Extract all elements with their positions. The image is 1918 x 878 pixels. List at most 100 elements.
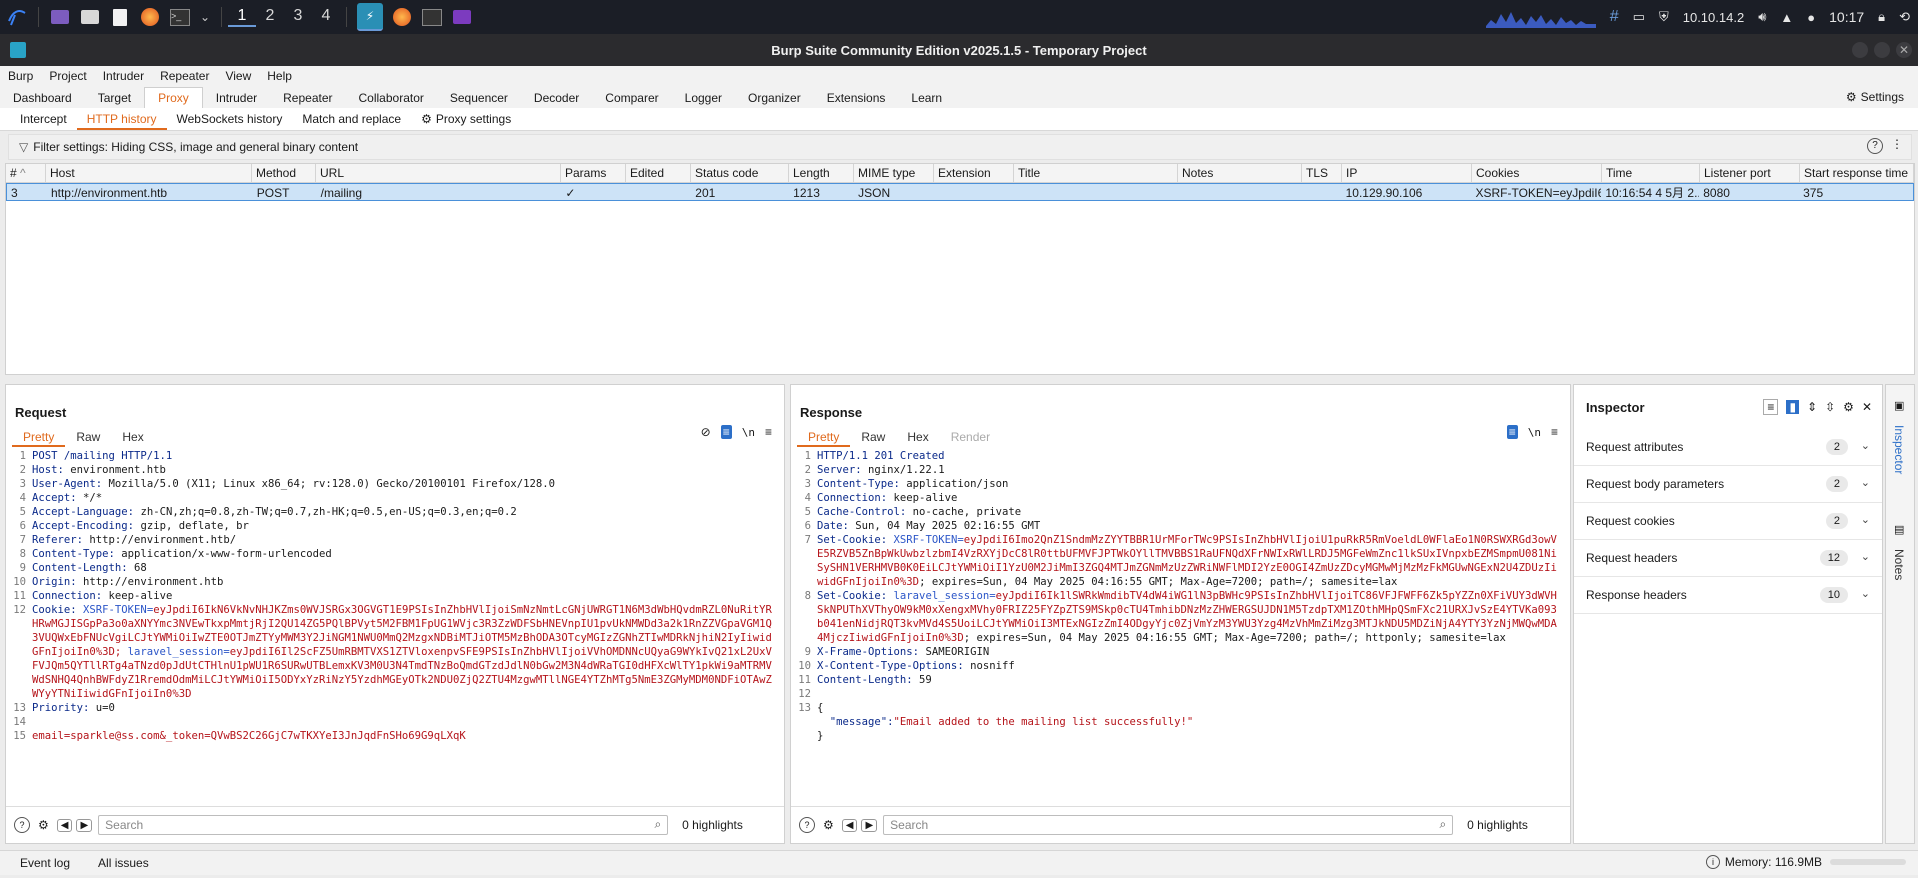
menu-project[interactable]: Project	[41, 69, 94, 83]
menu-burp[interactable]: Burp	[0, 69, 41, 83]
col-method[interactable]: Method	[252, 164, 316, 182]
hide-icon[interactable]: ⊘	[701, 425, 711, 439]
tab-http-history[interactable]: HTTP history	[76, 108, 167, 130]
response-tab-raw[interactable]: Raw	[850, 427, 896, 447]
col-cookies[interactable]: Cookies	[1472, 164, 1602, 182]
collapse-icon[interactable]: ⇳	[1825, 400, 1835, 414]
wrap-lines-icon[interactable]: ≡	[1506, 425, 1518, 439]
minimize-button[interactable]	[1852, 42, 1868, 58]
help-icon[interactable]: ?	[799, 817, 815, 833]
previous-icon[interactable]: ◀	[56, 818, 73, 832]
maximize-button[interactable]	[1874, 42, 1890, 58]
volume-icon[interactable]: 🔊︎	[1758, 9, 1766, 25]
next-icon[interactable]: ▶	[861, 818, 878, 832]
col-edited[interactable]: Edited	[626, 164, 691, 182]
request-tab-pretty[interactable]: Pretty	[12, 427, 66, 447]
desktop-icon[interactable]	[49, 6, 71, 28]
display-icon[interactable]: ▭	[1633, 9, 1645, 25]
inspector-request-headers[interactable]: Request headers 12 ⌄	[1574, 540, 1882, 577]
logout-icon[interactable]: ⟲	[1899, 9, 1910, 25]
tab-collaborator[interactable]: Collaborator	[346, 88, 437, 108]
chevron-down-icon[interactable]: ⌄	[199, 6, 211, 28]
response-tab-hex[interactable]: Hex	[896, 427, 939, 447]
help-icon[interactable]: ?	[14, 817, 30, 833]
burp-task-icon[interactable]: ⚡	[357, 3, 383, 31]
tab-proxy[interactable]: Proxy	[144, 87, 203, 108]
col-ip[interactable]: IP	[1342, 164, 1472, 182]
newline-toggle-icon[interactable]: \n	[742, 426, 755, 439]
tab-intruder[interactable]: Intruder	[203, 88, 270, 108]
gear-icon[interactable]: ⚙	[1843, 400, 1854, 414]
col-mime-type[interactable]: MIME type	[854, 164, 934, 182]
more-options-icon[interactable]: ⋮	[1891, 137, 1903, 151]
tab-organizer[interactable]: Organizer	[735, 88, 814, 108]
folder-task-icon[interactable]	[451, 6, 473, 28]
inspector-request-attributes[interactable]: Request attributes 2 ⌄	[1574, 429, 1882, 466]
tab-decoder[interactable]: Decoder	[521, 88, 592, 108]
tab-websockets-history[interactable]: WebSockets history	[167, 108, 293, 130]
workspace-4[interactable]: 4	[312, 7, 340, 27]
tab-logger[interactable]: Logger	[672, 88, 735, 108]
inspector-response-headers[interactable]: Response headers 10 ⌄	[1574, 577, 1882, 614]
tab-comparer[interactable]: Comparer	[592, 88, 671, 108]
wrap-lines-icon[interactable]: ≡	[720, 425, 732, 439]
notification-icon[interactable]: ▲	[1780, 10, 1793, 25]
tab-learn[interactable]: Learn	[898, 88, 955, 108]
grid-icon[interactable]: #	[1610, 8, 1619, 26]
tab-intercept[interactable]: Intercept	[10, 108, 77, 130]
newline-toggle-icon[interactable]: \n	[1528, 426, 1541, 439]
text-editor-icon[interactable]	[109, 6, 131, 28]
proxy-settings-button[interactable]: ⚙ Proxy settings	[411, 108, 521, 130]
col-listener-port[interactable]: Listener port	[1700, 164, 1800, 182]
workspace-3[interactable]: 3	[284, 7, 312, 27]
response-tab-render[interactable]: Render	[940, 427, 1001, 447]
menu-icon[interactable]: ≡	[765, 425, 772, 439]
firefox-task-icon[interactable]	[391, 6, 413, 28]
table-row[interactable]: 3 http://environment.htb POST /mailing ✓…	[6, 183, 1914, 201]
col-params[interactable]: Params	[561, 164, 626, 182]
menu-view[interactable]: View	[217, 69, 259, 83]
inspector-request-cookies[interactable]: Request cookies 2 ⌄	[1574, 503, 1882, 540]
next-icon[interactable]: ▶	[76, 818, 93, 832]
gear-icon[interactable]: ⚙	[823, 818, 834, 832]
col-tls[interactable]: TLS	[1302, 164, 1342, 182]
request-tab-hex[interactable]: Hex	[111, 427, 154, 447]
response-editor[interactable]: 1 HTTP/1.1 201 Created 2 Server: nginx/1.22…	[791, 449, 1562, 807]
lock-icon[interactable]: 🔒︎	[1878, 9, 1885, 25]
terminal-task-icon[interactable]	[421, 6, 443, 28]
response-search-input[interactable]: Search ⌕	[883, 815, 1454, 835]
close-window-button[interactable]: ✕	[1896, 42, 1912, 58]
tab-target[interactable]: Target	[85, 88, 144, 108]
request-search-input[interactable]: Search ⌕	[98, 815, 669, 835]
settings-button[interactable]: ⚙ Settings	[1846, 86, 1904, 108]
request-editor[interactable]: 1 POST /mailing HTTP/1.1 2 Host: environmen…	[6, 449, 776, 807]
tab-extensions[interactable]: Extensions	[814, 88, 899, 108]
tab-repeater[interactable]: Repeater	[270, 88, 345, 108]
tab-dashboard[interactable]: Dashboard	[0, 88, 85, 108]
col-time[interactable]: Time	[1602, 164, 1700, 182]
col-extension[interactable]: Extension	[934, 164, 1014, 182]
col-length[interactable]: Length	[789, 164, 854, 182]
menu-help[interactable]: Help	[259, 69, 300, 83]
menu-intruder[interactable]: Intruder	[95, 69, 152, 83]
side-tab-inspector[interactable]: Inspector	[1892, 425, 1906, 474]
tab-match-and-replace[interactable]: Match and replace	[292, 108, 411, 130]
inspector-request-body-parameters[interactable]: Request body parameters 2 ⌄	[1574, 466, 1882, 503]
menu-repeater[interactable]: Repeater	[152, 69, 217, 83]
all-issues-link[interactable]: All issues	[98, 856, 149, 870]
layout-list-icon[interactable]: ≡	[1763, 399, 1779, 415]
previous-icon[interactable]: ◀	[841, 818, 858, 832]
terminal-icon[interactable]: >_	[169, 6, 191, 28]
workspace-1[interactable]: 1	[228, 7, 256, 27]
side-tab-notes[interactable]: Notes	[1892, 549, 1906, 580]
event-log-link[interactable]: Event log	[20, 856, 70, 870]
help-icon[interactable]: ?	[1867, 138, 1883, 154]
kali-menu-icon[interactable]	[6, 6, 28, 28]
clock[interactable]: 10:17	[1829, 9, 1864, 25]
layout-panel-icon[interactable]: ▮	[1786, 400, 1800, 414]
response-tab-pretty[interactable]: Pretty	[797, 427, 851, 447]
expand-icon[interactable]: ⇕	[1807, 400, 1817, 414]
power-indicator-icon[interactable]: ●	[1807, 10, 1815, 25]
col-notes[interactable]: Notes	[1178, 164, 1302, 182]
workspace-2[interactable]: 2	[256, 7, 284, 27]
